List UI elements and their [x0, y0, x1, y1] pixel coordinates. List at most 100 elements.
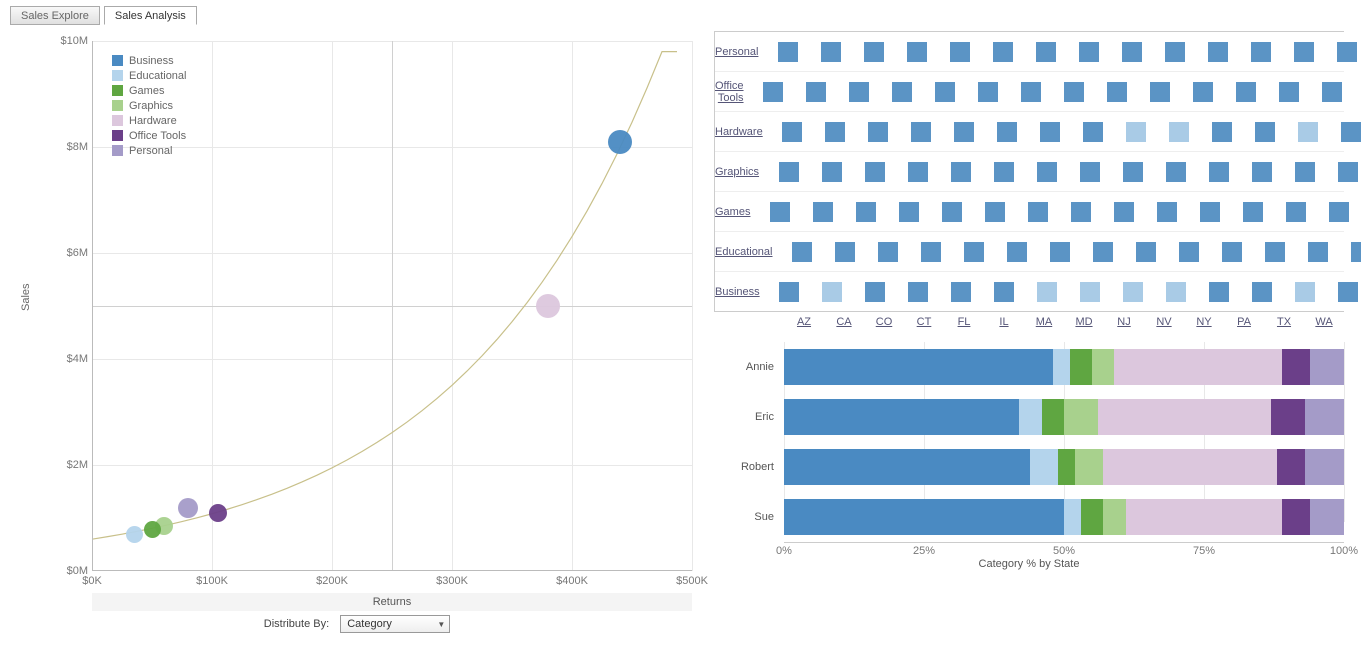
heatmap-cell[interactable]: [1158, 122, 1201, 142]
heatmap-cell[interactable]: [767, 162, 810, 182]
segment-office-tools[interactable]: [1282, 499, 1310, 535]
segment-graphics[interactable]: [1103, 499, 1125, 535]
segment-personal[interactable]: [1310, 349, 1344, 385]
heatmap-col-label[interactable]: TX: [1264, 312, 1304, 328]
heatmap-cell[interactable]: [924, 82, 967, 102]
heatmap-cell[interactable]: [814, 122, 857, 142]
heatmap-cell[interactable]: [1268, 82, 1311, 102]
heatmap-cell[interactable]: [1154, 162, 1197, 182]
heatmap-cell[interactable]: [1198, 282, 1241, 302]
heatmap-cell[interactable]: [1115, 122, 1158, 142]
heatmap-cell[interactable]: [810, 162, 853, 182]
heatmap-cell[interactable]: [1311, 82, 1354, 102]
legend-item[interactable]: Personal: [112, 143, 187, 158]
heatmap-col-label[interactable]: MD: [1064, 312, 1104, 328]
heatmap-cell[interactable]: [940, 282, 983, 302]
segment-hardware[interactable]: [1114, 349, 1282, 385]
heatmap-cell[interactable]: [1284, 282, 1327, 302]
heatmap-cell[interactable]: [939, 162, 982, 182]
heatmap-row-label[interactable]: Educational: [715, 246, 781, 258]
heatmap-col-label[interactable]: PA: [1224, 312, 1264, 328]
segment-educational[interactable]: [1019, 399, 1041, 435]
segment-business[interactable]: [784, 499, 1064, 535]
heatmap-cell[interactable]: [1102, 202, 1145, 222]
segment-personal[interactable]: [1305, 449, 1344, 485]
heatmap-cell[interactable]: [1282, 42, 1325, 62]
heatmap-cell[interactable]: [1068, 162, 1111, 182]
heatmap-row-label[interactable]: Personal: [715, 46, 766, 58]
heatmap-cell[interactable]: [1297, 242, 1340, 262]
heatmap-col-label[interactable]: NJ: [1104, 312, 1144, 328]
heatmap-col-label[interactable]: NY: [1184, 312, 1224, 328]
heatmap-cell[interactable]: [1330, 122, 1361, 142]
heatmap-cell[interactable]: [1025, 162, 1068, 182]
heatmap-col-label[interactable]: NV: [1144, 312, 1184, 328]
segment-hardware[interactable]: [1126, 499, 1283, 535]
heatmap-cell[interactable]: [1069, 282, 1112, 302]
stacked-bar[interactable]: [784, 499, 1344, 535]
segment-games[interactable]: [1070, 349, 1092, 385]
heatmap-cell[interactable]: [1240, 162, 1283, 182]
heatmap-cell[interactable]: [1254, 242, 1297, 262]
segment-office-tools[interactable]: [1277, 449, 1305, 485]
tab-sales-analysis[interactable]: Sales Analysis: [104, 6, 197, 25]
heatmap-cell[interactable]: [897, 282, 940, 302]
segment-personal[interactable]: [1310, 499, 1344, 535]
stacked-bar[interactable]: [784, 349, 1344, 385]
heatmap-cell[interactable]: [1155, 282, 1198, 302]
heatmap-row-label[interactable]: Games: [715, 206, 758, 218]
distribute-dropdown[interactable]: Category ▼: [340, 615, 450, 633]
heatmap-cell[interactable]: [1340, 242, 1361, 262]
heatmap-cell[interactable]: [824, 242, 867, 262]
segment-hardware[interactable]: [1103, 449, 1277, 485]
heatmap-cell[interactable]: [1274, 202, 1317, 222]
heatmap-cell[interactable]: [838, 82, 881, 102]
heatmap-cell[interactable]: [809, 42, 852, 62]
heatmap-cell[interactable]: [910, 242, 953, 262]
segment-games[interactable]: [1081, 499, 1103, 535]
heatmap-cell[interactable]: [1139, 82, 1182, 102]
heatmap-cell[interactable]: [1326, 162, 1361, 182]
heatmap-cell[interactable]: [1188, 202, 1231, 222]
heatmap-cell[interactable]: [900, 122, 943, 142]
heatmap-cell[interactable]: [943, 122, 986, 142]
bubble-educational[interactable]: [126, 526, 143, 543]
heatmap-col-label[interactable]: CO: [864, 312, 904, 328]
heatmap-cell[interactable]: [1241, 282, 1284, 302]
heatmap-cell[interactable]: [973, 202, 1016, 222]
heatmap-cell[interactable]: [981, 42, 1024, 62]
heatmap-cell[interactable]: [766, 42, 809, 62]
stacked-bar[interactable]: [784, 449, 1344, 485]
heatmap-cell[interactable]: [1112, 282, 1155, 302]
heatmap-cell[interactable]: [795, 82, 838, 102]
heatmap-cell[interactable]: [1327, 282, 1361, 302]
heatmap-cell[interactable]: [1067, 42, 1110, 62]
heatmap-col-label[interactable]: CA: [824, 312, 864, 328]
bubble-hardware[interactable]: [536, 294, 560, 318]
segment-games[interactable]: [1058, 449, 1075, 485]
heatmap-cell[interactable]: [1059, 202, 1102, 222]
heatmap-cell[interactable]: [986, 122, 1029, 142]
heatmap-cell[interactable]: [1082, 242, 1125, 262]
heatmap-cell[interactable]: [1125, 242, 1168, 262]
heatmap-col-label[interactable]: CT: [904, 312, 944, 328]
heatmap-cell[interactable]: [1072, 122, 1115, 142]
heatmap-cell[interactable]: [1029, 122, 1072, 142]
legend-item[interactable]: Games: [112, 83, 187, 98]
heatmap-cell[interactable]: [1287, 122, 1330, 142]
heatmap-cell[interactable]: [938, 42, 981, 62]
segment-educational[interactable]: [1053, 349, 1070, 385]
heatmap-cell[interactable]: [854, 282, 897, 302]
heatmap-cell[interactable]: [1024, 42, 1067, 62]
heatmap-cell[interactable]: [1317, 202, 1360, 222]
heatmap-cell[interactable]: [1211, 242, 1254, 262]
bubble-games[interactable]: [144, 521, 161, 538]
heatmap-cell[interactable]: [930, 202, 973, 222]
segment-educational[interactable]: [1064, 499, 1081, 535]
heatmap-cell[interactable]: [852, 42, 895, 62]
heatmap-col-label[interactable]: AZ: [784, 312, 824, 328]
segment-business[interactable]: [784, 449, 1030, 485]
segment-graphics[interactable]: [1064, 399, 1098, 435]
heatmap-cell[interactable]: [1283, 162, 1326, 182]
heatmap-cell[interactable]: [1096, 82, 1139, 102]
